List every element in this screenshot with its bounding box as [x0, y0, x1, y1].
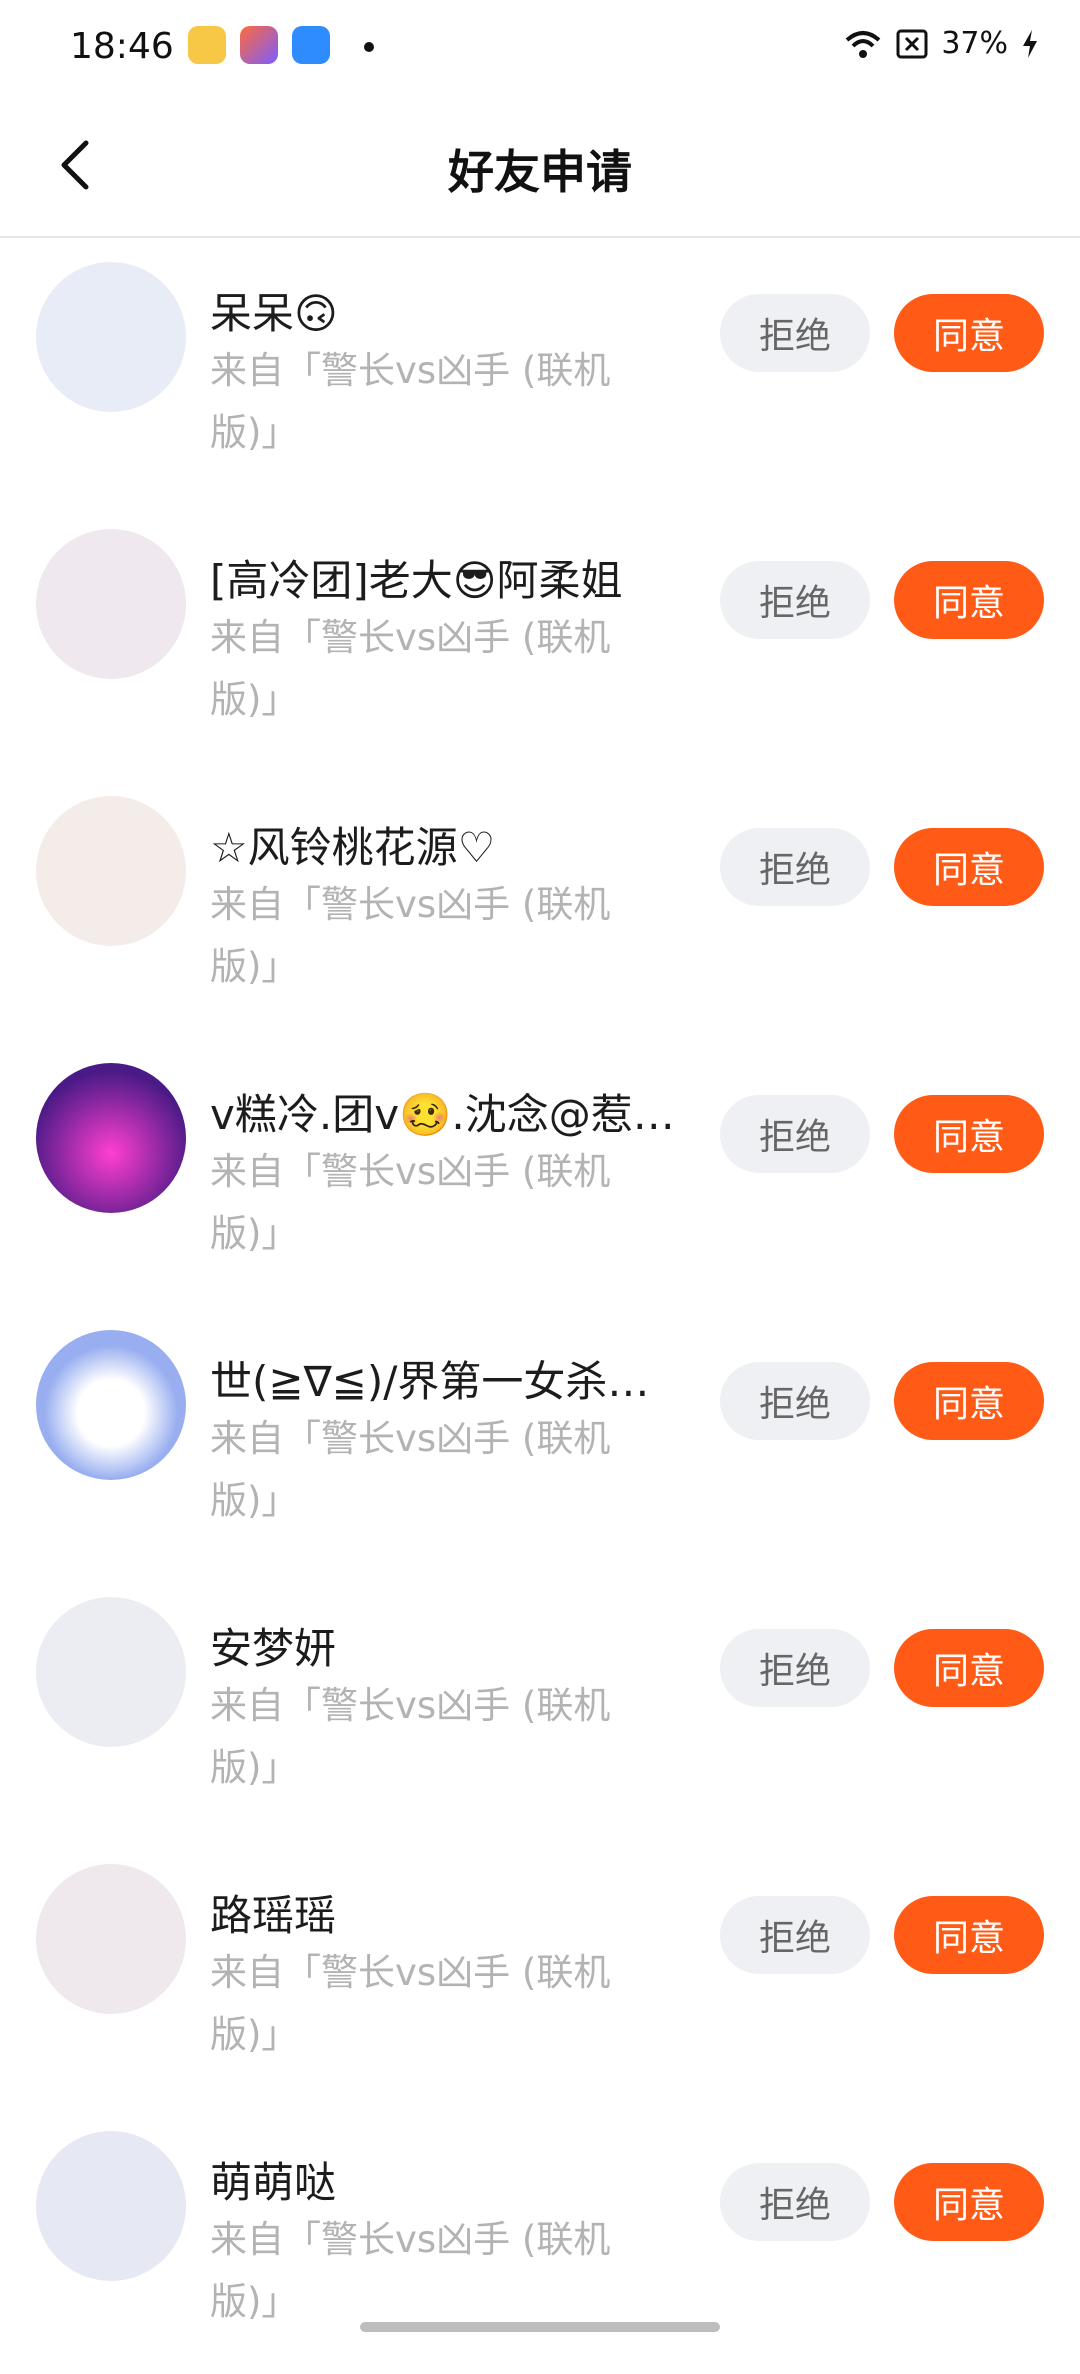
avatar[interactable]: [36, 529, 186, 679]
friend-request-list: 呆呆🙃 来自「警长vs凶手 (联机版)」 拒绝 同意 [高冷团]老大😎阿柔姐 来…: [0, 238, 1080, 2374]
notification-dot-icon: [364, 42, 374, 52]
request-source: 来自「警长vs凶手 (联机版)」: [210, 1417, 611, 1522]
friend-request-row: 呆呆🙃 来自「警长vs凶手 (联机版)」 拒绝 同意: [0, 238, 1080, 505]
friend-request-row: 世(≧∇≦)/界第一女杀手… 来自「警长vs凶手 (联机版)」 拒绝 同意: [0, 1306, 1080, 1573]
reject-button[interactable]: 拒绝: [720, 561, 870, 639]
reject-button[interactable]: 拒绝: [720, 294, 870, 372]
status-indicators: 37%: [843, 26, 1040, 61]
avatar[interactable]: [36, 1330, 186, 1480]
friend-request-row: [高冷团]老大😎阿柔姐 来自「警长vs凶手 (联机版)」 拒绝 同意: [0, 505, 1080, 772]
accept-button[interactable]: 同意: [894, 1629, 1044, 1707]
page-title: 好友申请: [448, 145, 632, 199]
app-header: 好友申请: [0, 96, 1080, 238]
avatar[interactable]: [36, 1597, 186, 1747]
notes-app-icon: [188, 26, 226, 64]
blue-app-icon: [292, 26, 330, 64]
avatar[interactable]: [36, 262, 186, 412]
friend-request-row: ☆风铃桃花源♡ 来自「警长vs凶手 (联机版)」 拒绝 同意: [0, 772, 1080, 1039]
status-time: 18:46: [70, 26, 174, 67]
requester-name: 萌萌哒: [210, 2158, 337, 2207]
status-bar: 18:46 37%: [0, 0, 1080, 96]
requester-name: 世(≧∇≦)/界第一女杀手…: [210, 1357, 690, 1406]
avatar[interactable]: [36, 1063, 186, 1213]
home-indicator[interactable]: [360, 2322, 720, 2332]
accept-button[interactable]: 同意: [894, 1362, 1044, 1440]
requester-name: v糕冷.团v🥴.沈念@惹…: [210, 1090, 675, 1139]
request-source: 来自「警长vs凶手 (联机版)」: [210, 616, 611, 721]
reject-button[interactable]: 拒绝: [720, 2163, 870, 2241]
avatar[interactable]: [36, 796, 186, 946]
wifi-icon: [845, 30, 881, 58]
request-source: 来自「警长vs凶手 (联机版)」: [210, 2218, 611, 2323]
accept-button[interactable]: 同意: [894, 561, 1044, 639]
reject-button[interactable]: 拒绝: [720, 1629, 870, 1707]
battery-percent: 37%: [941, 26, 1008, 61]
accept-button[interactable]: 同意: [894, 1095, 1044, 1173]
sim-x-icon: [896, 29, 928, 58]
requester-name: [高冷团]老大😎阿柔姐: [210, 556, 623, 605]
request-source: 来自「警长vs凶手 (联机版)」: [210, 349, 611, 454]
reject-button[interactable]: 拒绝: [720, 1896, 870, 1974]
battery-charging-icon: [1023, 29, 1037, 58]
reject-button[interactable]: 拒绝: [720, 1095, 870, 1173]
shortcut-app-icon: [240, 26, 278, 64]
friend-request-row: 萌萌哒 来自「警长vs凶手 (联机版)」 拒绝 同意: [0, 2107, 1080, 2374]
requester-name: ☆风铃桃花源♡: [210, 823, 496, 872]
request-source: 来自「警长vs凶手 (联机版)」: [210, 883, 611, 988]
accept-button[interactable]: 同意: [894, 294, 1044, 372]
friend-request-row: v糕冷.团v🥴.沈念@惹… 来自「警长vs凶手 (联机版)」 拒绝 同意: [0, 1039, 1080, 1306]
reject-button[interactable]: 拒绝: [720, 1362, 870, 1440]
requester-name: 路瑶瑶: [210, 1891, 337, 1940]
friend-request-row: 安梦妍 来自「警长vs凶手 (联机版)」 拒绝 同意: [0, 1573, 1080, 1840]
accept-button[interactable]: 同意: [894, 828, 1044, 906]
request-source: 来自「警长vs凶手 (联机版)」: [210, 1951, 611, 2056]
request-source: 来自「警长vs凶手 (联机版)」: [210, 1150, 611, 1255]
avatar[interactable]: [36, 2131, 186, 2281]
reject-button[interactable]: 拒绝: [720, 828, 870, 906]
requester-name: 呆呆🙃: [210, 289, 338, 338]
avatar[interactable]: [36, 1864, 186, 2014]
request-source: 来自「警长vs凶手 (联机版)」: [210, 1684, 611, 1789]
accept-button[interactable]: 同意: [894, 1896, 1044, 1974]
friend-request-row: 路瑶瑶 来自「警长vs凶手 (联机版)」 拒绝 同意: [0, 1840, 1080, 2107]
accept-button[interactable]: 同意: [894, 2163, 1044, 2241]
requester-name: 安梦妍: [210, 1624, 337, 1673]
